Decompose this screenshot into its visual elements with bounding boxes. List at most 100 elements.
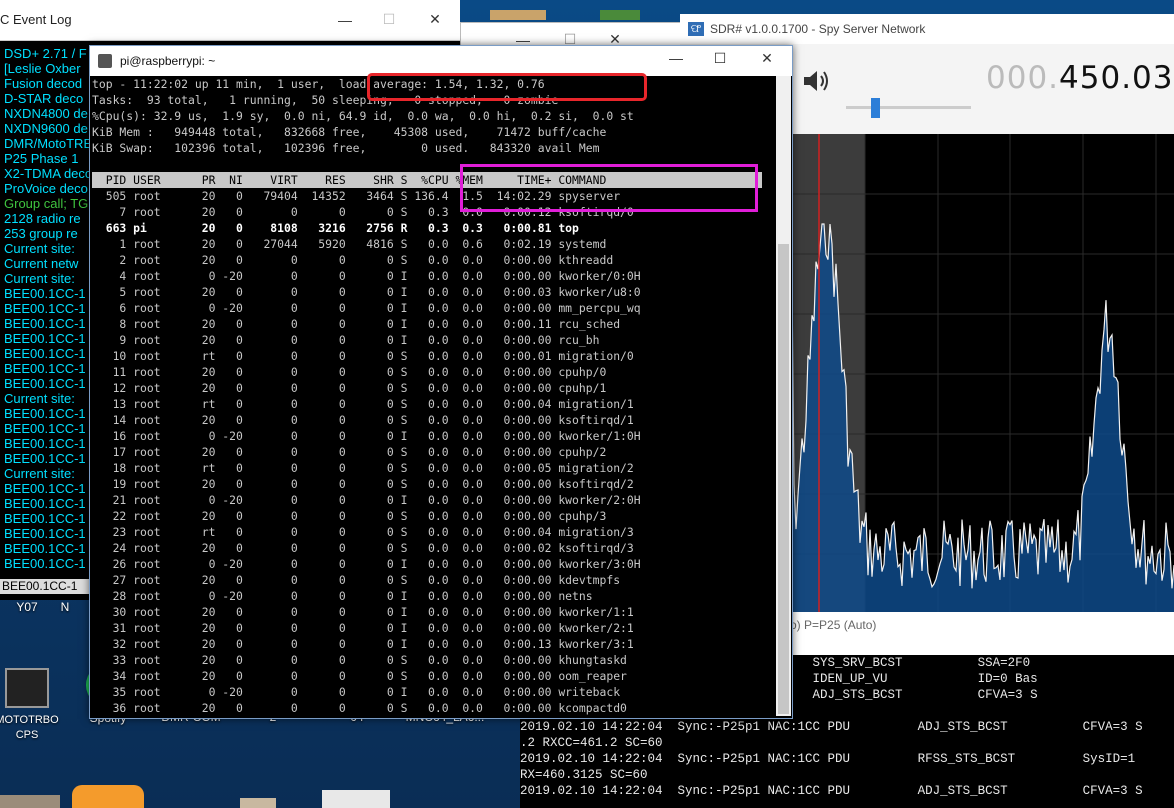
top-summary-line: KiB Swap: 102396 total, 102396 free, 0 u… [92,141,600,155]
event-log-titlebar[interactable]: C Event Log — ☐ ✕ [0,0,460,41]
process-row: 12 root 20 0 0 0 0 S 0.0 0.0 0:00.00 cpu… [92,381,607,395]
putty-titlebar[interactable]: pi@raspberrypi: ~ — ☐ ✕ [90,46,792,76]
event-log-line: BEE00.1CC-1 [4,406,86,421]
process-row: 26 root 0 -20 0 0 0 I 0.0 0.0 0:00.00 kw… [92,557,641,571]
process-row: 10 root rt 0 0 0 0 S 0.0 0.0 0:00.01 mig… [92,349,634,363]
event-log-line: 253 group re [4,226,78,241]
process-row: 30 root 20 0 0 0 0 I 0.0 0.0 0:00.00 kwo… [92,605,634,619]
process-row: 13 root rt 0 0 0 0 S 0.0 0.0 0:00.04 mig… [92,397,634,411]
event-log-line: BEE00.1CC-1 [4,421,86,436]
event-log-line: BEE00.1CC-1 [4,376,86,391]
process-row: 4 root 0 -20 0 0 0 I 0.0 0.0 0:00.00 kwo… [92,269,641,283]
process-row: 9 root 20 0 0 0 0 I 0.0 0.0 0:00.00 rcu_… [92,333,600,347]
app-icon-partial[interactable] [72,785,144,808]
thumbnail-icon-partial [240,798,276,808]
event-log-line: [Leslie Oxber [4,61,81,76]
maximize-button[interactable]: ☐ [698,50,742,67]
event-log-line: BEE00.1CC-1 [4,286,86,301]
event-log-line: BEE00.1CC-1 [4,556,86,571]
decoder-log-line: RX=460.3125 SC=60 [520,768,648,782]
process-row: 14 root 20 0 0 0 0 S 0.0 0.0 0:00.00 kso… [92,413,634,427]
frequency-display[interactable]: 000.450.037 [986,60,1174,96]
spectrum-display[interactable] [788,134,1174,612]
minimize-button[interactable]: — [323,12,367,28]
sdr-title: SDR# v1.0.0.1700 - Spy Server Network [710,22,926,36]
desktop-icon-label: MOTOTRBO CPS [0,714,59,741]
event-log-line: ProVoice deco [4,181,88,196]
thumbnail-icon-partial [600,10,640,20]
decoder-log-line: 2019.02.10 14:22:04 Sync:-P25p1 NAC:1CC … [520,720,1143,734]
process-row: 31 root 20 0 0 0 0 I 0.0 0.0 0:00.00 kwo… [92,621,634,635]
volume-slider[interactable] [846,98,971,118]
thumbnail-icon-partial [322,790,390,808]
process-row: 8 root 20 0 0 0 0 I 0.0 0.0 0:00.11 rcu_… [92,317,621,331]
process-row: 34 root 20 0 0 0 0 S 0.0 0.0 0:00.00 oom… [92,669,627,683]
event-log-line: BEE00.1CC-1 [4,511,86,526]
event-log-line: 2128 radio re [4,211,81,226]
event-log-line: D-STAR deco [4,91,84,106]
process-row: 19 root 20 0 0 0 0 S 0.0 0.0 0:00.00 kso… [92,477,634,491]
sdr-titlebar[interactable]: ଫ SDR# v1.0.0.1700 - Spy Server Network [680,14,1174,45]
close-button[interactable]: ✕ [413,11,457,28]
process-row: 24 root 20 0 0 0 0 S 0.0 0.0 0:00.02 kso… [92,541,634,555]
event-log-line: BEE00.1CC-1 [4,541,86,556]
maximize-button[interactable]: ☐ [367,11,411,28]
frequency-digits: 450.037 [1059,60,1174,96]
event-log-line: BEE00.1CC-1 [4,496,86,511]
close-button[interactable]: ✕ [745,50,789,67]
process-row: 2 root 20 0 0 0 0 S 0.0 0.0 0:00.00 kthr… [92,253,614,267]
scrollbar-thumb[interactable] [778,244,789,714]
process-row: 33 root 20 0 0 0 0 S 0.0 0.0 0:00.00 khu… [92,653,627,667]
event-log-lines: DSD+ 2.71 / F [Leslie Oxber Fusion decod D-… [0,46,100,576]
process-row: 35 root 0 -20 0 0 0 I 0.0 0.0 0:00.00 wr… [92,685,621,699]
event-log-line: BEE00.1CC-1 [4,526,86,541]
putty-icon [98,54,112,68]
mototrbo-icon [5,668,49,708]
frequency-leading-digits: 000. [986,60,1060,96]
event-log-line: P25 Phase 1 [4,151,79,166]
decoder-log-line: .2 RXCC=461.2 SC=60 [520,736,663,750]
sdr-logo-icon: ଫ [688,22,704,36]
speaker-icon[interactable] [802,68,830,94]
putty-window: pi@raspberrypi: ~ — ☐ ✕ top - 11:22:02 u… [89,45,793,719]
event-log-line: BEE00.1CC-1 [4,316,86,331]
process-row: 21 root 0 -20 0 0 0 I 0.0 0.0 0:00.00 kw… [92,493,641,507]
desktop-icon-n[interactable]: N [50,600,80,614]
putty-title: pi@raspberrypi: ~ [120,54,216,68]
volume-slider-knob[interactable] [871,98,881,118]
desktop-icon-mototrbo[interactable]: MOTOTRBO CPS [0,668,62,742]
event-log-line: Fusion decod [4,76,83,91]
process-row: 22 root 20 0 0 0 0 S 0.0 0.0 0:00.00 cpu… [92,509,607,523]
event-log-line: BEE00.1CC-1 [4,346,86,361]
event-log-line: BEE00.1CC-1 [4,301,86,316]
event-log-line: BEE00.1CC-1 [4,331,86,346]
process-row: 11 root 20 0 0 0 0 S 0.0 0.0 0:00.00 cpu… [92,365,607,379]
top-summary-line: %Cpu(s): 32.9 us, 1.9 sy, 0.0 ni, 64.9 i… [92,109,634,123]
process-row: 6 root 0 -20 0 0 0 I 0.0 0.0 0:00.00 mm_… [92,301,641,315]
load-average-highlight [367,73,647,101]
spyserver-cpu-highlight [460,164,758,212]
event-log-line: Current site: [4,391,75,406]
process-row: 663 pi 20 0 8108 3216 2756 R 0.3 0.3 0:0… [92,221,579,235]
event-log-line: X2-TDMA deco [4,166,93,181]
top-summary-line: KiB Mem : 949448 total, 832668 free, 453… [92,125,607,139]
event-log-line: Current site: [4,466,75,481]
sdr-status-text: uto) P=P25 (Auto) [780,618,877,632]
process-row: 1 root 20 0 27044 5920 4816 S 0.0 0.6 0:… [92,237,607,251]
event-log-line: NXDN4800 de [4,106,88,121]
thumbnail-icon-partial [490,10,546,20]
process-row: 36 root 20 0 0 0 0 S 0.0 0.0 0:00.00 kco… [92,701,627,715]
event-log-line: BEE00.1CC-1 [4,451,86,466]
process-row: 17 root 20 0 0 0 0 S 0.0 0.0 0:00.00 cpu… [92,445,607,459]
decoder-log-line: 2019.02.10 14:22:04 Sync:-P25p1 NAC:1CC … [520,784,1143,798]
desktop-icon-label: N [60,600,70,614]
terminal-scrollbar[interactable] [776,76,791,716]
thumbnail-icon-partial [0,795,60,808]
event-log-line: DSD+ 2.71 / F [4,46,87,61]
event-log-line: BEE00.1CC-1 [4,436,86,451]
event-log-line: Current site: [4,271,75,286]
minimize-button[interactable]: — [654,50,698,66]
event-log-line: NXDN9600 de [4,121,88,136]
event-log-line: BEE00.1CC-1 [4,361,86,376]
event-log-line: Current site: [4,241,75,256]
